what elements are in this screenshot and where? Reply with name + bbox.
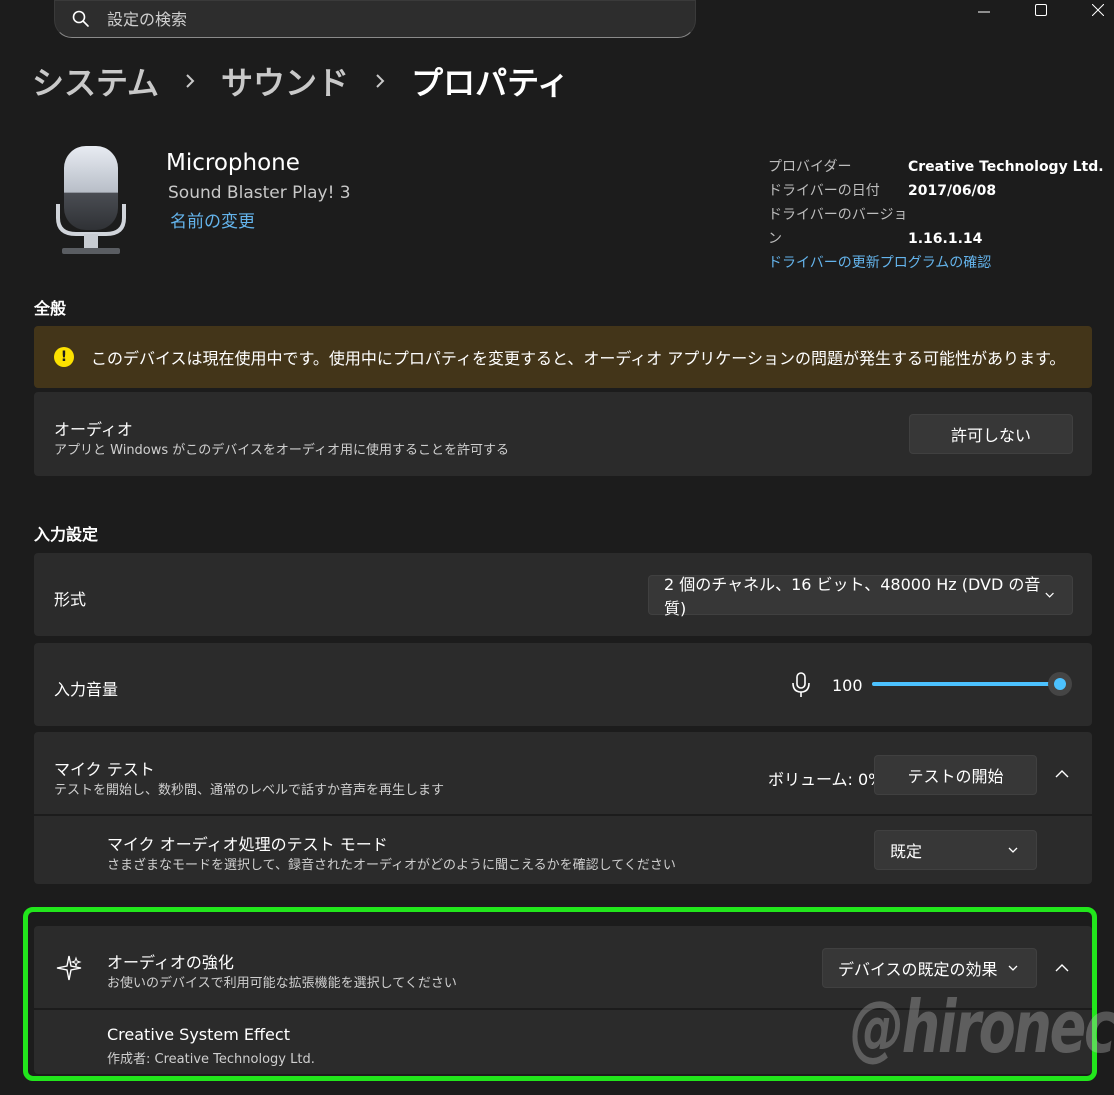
chevron-right-icon xyxy=(376,74,385,88)
maximize-button[interactable] xyxy=(1021,0,1061,20)
enhancement-value: デバイスの既定の効果 xyxy=(838,960,998,979)
start-test-button[interactable]: テストの開始 xyxy=(874,755,1037,795)
format-label: 形式 xyxy=(54,590,87,609)
provider-value: Creative Technology Ltd. xyxy=(908,159,1104,175)
volume-readout: ボリューム: 0% xyxy=(768,770,884,789)
driver-update-link[interactable]: ドライバーの更新プログラムの確認 xyxy=(768,255,991,271)
close-button[interactable] xyxy=(1078,0,1114,20)
device-name: Microphone xyxy=(166,150,300,176)
minimize-button[interactable] xyxy=(964,0,1004,20)
format-dropdown[interactable]: 2 個のチャネル、16 ビット、48000 Hz (DVD の音質) xyxy=(648,575,1073,618)
warning-banner: ! このデバイスは現在使用中です。使用中にプロパティを変更すると、オーディオ ア… xyxy=(34,326,1092,388)
input-volume-card: 入力音量 100 xyxy=(34,643,1092,726)
close-icon xyxy=(1092,4,1104,16)
enhancement-dropdown[interactable]: デバイスの既定の効果 xyxy=(822,948,1037,988)
driver-date-value: 2017/06/08 xyxy=(908,183,997,199)
provider-label: プロバイダー xyxy=(768,159,852,175)
audio-enhancement-description: お使いのデバイスで利用可能な拡張機能を選択してください xyxy=(107,976,457,991)
volume-slider-track[interactable] xyxy=(872,682,1062,686)
audio-title: オーディオ xyxy=(54,420,133,439)
chevron-right-icon xyxy=(186,74,195,88)
warning-icon: ! xyxy=(54,347,74,367)
rename-link[interactable]: 名前の変更 xyxy=(170,207,255,232)
volume-slider-thumb[interactable] xyxy=(1048,672,1072,696)
chevron-down-icon xyxy=(1008,965,1018,971)
general-heading: 全般 xyxy=(34,299,67,318)
input-settings-heading: 入力設定 xyxy=(34,525,99,544)
test-mode-value: 既定 xyxy=(890,842,923,861)
chevron-up-icon[interactable] xyxy=(1054,766,1070,782)
input-volume-label: 入力音量 xyxy=(54,680,119,699)
search-icon xyxy=(72,10,89,27)
breadcrumb-system[interactable]: システム xyxy=(32,58,159,104)
driver-version-label: ドライバーのバージョン xyxy=(768,207,908,247)
driver-info: プロバイダー Creative Technology Ltd. ドライバーの日付 2… xyxy=(768,155,1104,275)
effect-author: 作成者: Creative Technology Ltd. xyxy=(107,1052,315,1067)
minimize-icon xyxy=(978,11,990,13)
warning-text: このデバイスは現在使用中です。使用中にプロパティを変更すると、オーディオ アプリ… xyxy=(91,349,1066,368)
search-box[interactable] xyxy=(54,0,696,38)
format-card: 形式 2 個のチャネル、16 ビット、48000 Hz (DVD の音質) xyxy=(34,553,1092,636)
input-volume-value: 100 xyxy=(832,676,863,695)
breadcrumb: システム サウンド プロパティ xyxy=(32,58,569,104)
format-value: 2 個のチャネル、16 ビット、48000 Hz (DVD の音質) xyxy=(664,575,1041,618)
audio-description: アプリと Windows がこのデバイスをオーディオ用に使用することを許可する xyxy=(54,443,509,458)
disallow-button[interactable]: 許可しない xyxy=(909,414,1073,454)
sparkle-icon xyxy=(56,955,82,981)
mic-test-card: マイク テスト テストを開始し、数秒間、通常のレベルで話すか音声を再生します ボ… xyxy=(34,732,1092,884)
test-mode-dropdown[interactable]: 既定 xyxy=(874,830,1037,870)
driver-date-label: ドライバーの日付 xyxy=(768,183,880,199)
chevron-down-icon xyxy=(1008,847,1018,853)
volume-slider-fill xyxy=(872,682,1062,686)
effect-title: Creative System Effect xyxy=(107,1025,290,1044)
test-mode-description: さまざまなモードを選択して、録音されたオーディオがどのように聞こえるかを確認して… xyxy=(107,858,676,873)
chevron-down-icon xyxy=(1045,592,1054,598)
audio-enhancement-title: オーディオの強化 xyxy=(107,953,234,972)
watermark: @hironechar xyxy=(850,985,1114,1069)
maximize-icon xyxy=(1035,4,1047,16)
microphone-device-icon xyxy=(56,146,126,254)
test-mode-title: マイク オーディオ処理のテスト モード xyxy=(107,835,388,854)
driver-version-value: 1.16.1.14 xyxy=(908,231,983,247)
mic-test-description: テストを開始し、数秒間、通常のレベルで話すか音声を再生します xyxy=(54,783,445,798)
search-input[interactable] xyxy=(105,8,695,30)
microphone-icon[interactable] xyxy=(790,671,812,699)
chevron-up-icon[interactable] xyxy=(1054,960,1070,976)
device-model: Sound Blaster Play! 3 xyxy=(168,183,351,203)
mic-test-title: マイク テスト xyxy=(54,760,155,779)
page-title: プロパティ xyxy=(411,64,570,102)
audio-card: オーディオ アプリと Windows がこのデバイスをオーディオ用に使用すること… xyxy=(34,392,1092,476)
breadcrumb-sound[interactable]: サウンド xyxy=(221,58,349,104)
